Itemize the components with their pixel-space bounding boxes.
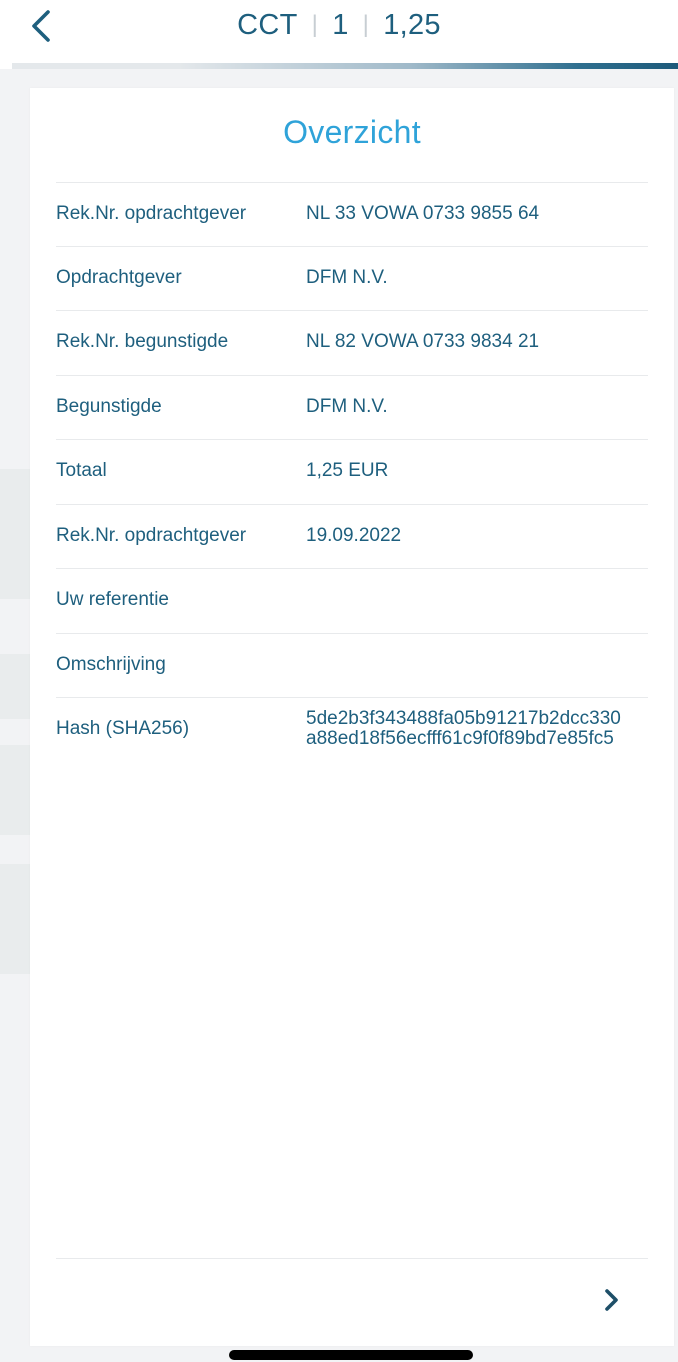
title-amount: 1,25 [383, 8, 441, 41]
title-count: 1 [332, 8, 349, 41]
transaction-overview-screen: CCT | 1 | 1,25 Overzicht Rek.Nr. opdrach… [0, 0, 678, 1362]
background-strip [0, 745, 30, 835]
row-value: NL 82 VOWA 0733 9834 21 [306, 331, 540, 352]
row-label: Opdrachtgever [56, 267, 182, 288]
row-value: DFM N.V. [306, 396, 388, 417]
home-indicator[interactable] [229, 1350, 473, 1360]
detail-row: Opdrachtgever DFM N.V. [56, 246, 648, 310]
title-separator: | [311, 11, 319, 38]
title-type: CCT [237, 8, 298, 41]
card-title: Overzicht [283, 114, 421, 150]
next-button[interactable] [590, 1278, 634, 1322]
background-strip [0, 654, 30, 719]
title-separator: | [362, 11, 370, 38]
hash-value: 5de2b3f343488fa05b91217b2dcc330 a88ed18f… [306, 709, 621, 749]
header: CCT | 1 | 1,25 [0, 0, 678, 64]
row-label: Uw referentie [56, 589, 169, 610]
detail-row: Begunstigde DFM N.V. [56, 375, 648, 439]
row-label: Rek.Nr. begunstigde [56, 331, 229, 352]
chevron-right-icon [605, 1289, 618, 1311]
row-label: Rek.Nr. opdrachtgever [56, 203, 247, 224]
hash-value-line: 5de2b3f343488fa05b91217b2dcc330 [306, 708, 621, 729]
background-strip [0, 469, 30, 599]
row-label: Omschrijving [56, 654, 166, 675]
detail-row: Rek.Nr. opdrachtgever 19.09.2022 [56, 504, 648, 568]
row-value: 1,25 EUR [306, 460, 389, 481]
hash-value-line: a88ed18f56ecfff61c9f0f89bd7e85fc5 [306, 728, 614, 749]
detail-row-hash: Hash (SHA256) 5de2b3f343488fa05b91217b2d… [56, 697, 648, 761]
detail-row: Totaal 1,25 EUR [56, 439, 648, 503]
detail-row: Uw referentie [56, 568, 648, 632]
row-label: Rek.Nr. opdrachtgever [56, 525, 247, 546]
header-progress-bar [12, 63, 678, 69]
row-label: Totaal [56, 460, 107, 481]
detail-row: Rek.Nr. begunstigde NL 82 VOWA 0733 9834… [56, 310, 648, 374]
detail-row: Rek.Nr. opdrachtgever NL 33 VOWA 0733 98… [56, 182, 648, 246]
row-value: NL 33 VOWA 0733 9855 64 [306, 203, 540, 224]
row-value: 19.09.2022 [306, 525, 402, 546]
row-label: Hash (SHA256) [56, 718, 190, 739]
footer-divider [56, 1258, 648, 1259]
row-value: DFM N.V. [306, 267, 388, 288]
detail-row: Omschrijving [56, 633, 648, 697]
overview-card: Overzicht Rek.Nr. opdrachtgever NL 33 VO… [30, 88, 674, 1346]
background-strip [0, 864, 30, 974]
row-label: Begunstigde [56, 396, 162, 417]
page-title: CCT | 1 | 1,25 [0, 0, 678, 50]
